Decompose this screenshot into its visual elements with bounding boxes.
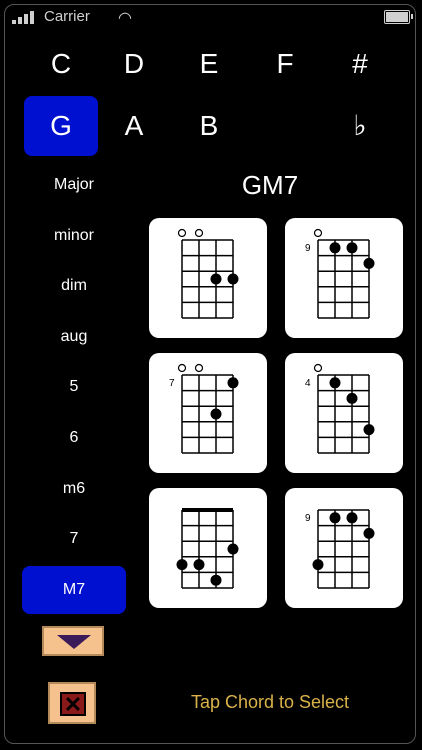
finger-dot — [210, 574, 222, 586]
note-button-5[interactable]: G — [24, 96, 98, 156]
finger-dot — [210, 273, 222, 285]
note-button-7[interactable]: B — [172, 96, 246, 156]
finger-dot — [193, 559, 205, 571]
finger-dot — [312, 559, 324, 571]
chord-grid: 4 — [305, 363, 375, 454]
finger-dot — [346, 242, 358, 254]
finger-dot — [329, 377, 341, 389]
finger-dot — [227, 543, 239, 555]
fret-number-label: 7 — [169, 378, 175, 389]
quality-item-6[interactable]: m6 — [22, 465, 126, 513]
note-button-4[interactable]: # — [323, 34, 397, 94]
quality-item-8[interactable]: M7 — [22, 565, 126, 614]
scroll-down-button[interactable] — [42, 626, 104, 656]
quality-item-3[interactable]: aug — [22, 313, 126, 361]
note-button-6[interactable]: A — [97, 96, 171, 156]
chord-grid — [177, 228, 239, 319]
fret-number-label: 9 — [305, 243, 311, 254]
close-icon: ✕ — [60, 692, 86, 716]
carrier-label: Carrier — [44, 8, 90, 25]
quality-item-1[interactable]: minor — [22, 212, 126, 260]
quality-item-5[interactable]: 6 — [22, 414, 126, 462]
note-button-1[interactable]: D — [97, 34, 171, 94]
open-string-marker — [177, 363, 187, 373]
finger-dot — [329, 242, 341, 254]
quality-item-4[interactable]: 5 — [22, 363, 126, 411]
finger-dot — [210, 408, 222, 420]
down-arrow-icon — [57, 635, 91, 649]
chord-diagram-0[interactable] — [149, 218, 267, 338]
fret-number-label: 4 — [305, 378, 311, 389]
chord-grid — [176, 508, 239, 589]
note-button-8[interactable]: ♭ — [323, 96, 397, 156]
quality-item-0[interactable]: Major — [22, 161, 126, 209]
open-string-marker — [313, 363, 323, 373]
fret-number-label: 9 — [305, 513, 311, 524]
signal-icon — [12, 10, 40, 24]
chord-grid: 7 — [169, 363, 239, 454]
note-button-0[interactable]: C — [24, 34, 98, 94]
chord-diagram-1[interactable]: 9 — [285, 218, 403, 338]
finger-dot — [329, 512, 341, 524]
chord-diagram-5[interactable]: 9 — [285, 488, 403, 608]
quality-item-7[interactable]: 7 — [22, 515, 126, 563]
note-button-2[interactable]: E — [172, 34, 246, 94]
chord-grid: 9 — [305, 228, 375, 319]
finger-dot — [227, 377, 239, 389]
open-string-marker — [313, 228, 323, 238]
open-string-marker — [194, 363, 204, 373]
battery-icon — [384, 10, 413, 24]
finger-dot — [346, 512, 358, 524]
finger-dot — [227, 273, 239, 285]
quality-item-2[interactable]: dim — [22, 262, 126, 310]
open-string-marker — [177, 228, 187, 238]
finger-dot — [346, 392, 358, 404]
close-button[interactable]: ✕ — [48, 682, 96, 724]
chord-diagram-2[interactable]: 7 — [149, 353, 267, 473]
status-bar: Carrier ◠ — [6, 6, 416, 28]
chord-grid: 9 — [305, 509, 375, 589]
note-button-3[interactable]: F — [248, 34, 322, 94]
chord-diagram-3[interactable]: 4 — [285, 353, 403, 473]
wifi-icon: ◠ — [118, 10, 132, 27]
finger-dot — [176, 559, 188, 571]
hint-text: Tap Chord to Select — [190, 692, 350, 712]
chord-title: GM7 — [241, 170, 299, 200]
chord-diagram-4[interactable] — [149, 488, 267, 608]
finger-dot — [363, 424, 375, 436]
open-string-marker — [194, 228, 204, 238]
finger-dot — [363, 527, 375, 539]
finger-dot — [363, 257, 375, 269]
